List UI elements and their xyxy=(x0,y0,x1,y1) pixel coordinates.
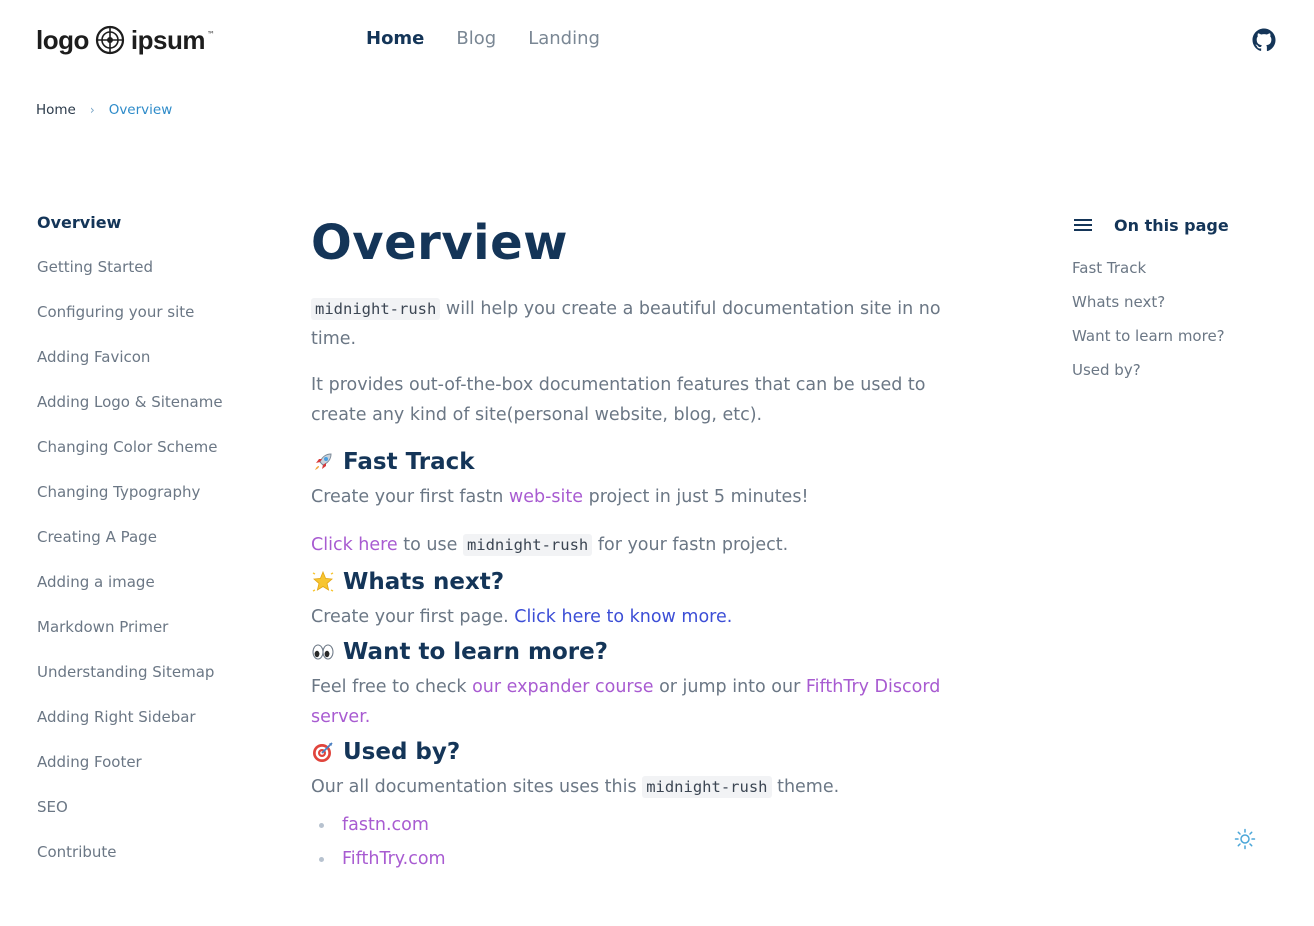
heading-learn-more: Want to learn more? xyxy=(311,636,981,668)
sidebar-item-creating-page[interactable]: Creating A Page xyxy=(37,527,247,548)
expander-course-link[interactable]: our expander course xyxy=(472,677,653,697)
fastn-link[interactable]: fastn.com xyxy=(342,808,429,842)
logo-word-1: logo xyxy=(36,24,89,55)
sidebar-item-seo[interactable]: SEO xyxy=(37,797,247,818)
sidebar-item-sitemap[interactable]: Understanding Sitemap xyxy=(37,662,247,683)
sidebar-item-contribute[interactable]: Contribute xyxy=(37,842,247,863)
learn-more-text-2: or jump into our xyxy=(653,677,806,697)
sidebar-item-overview[interactable]: Overview xyxy=(37,212,247,233)
fifthtry-link[interactable]: FifthTry.com xyxy=(342,842,446,876)
breadcrumb: Home › Overview xyxy=(36,102,172,118)
github-icon[interactable] xyxy=(1252,28,1276,52)
sidebar-item-adding-footer[interactable]: Adding Footer xyxy=(37,752,247,773)
fast-track-text: Create your first fastn xyxy=(311,487,509,507)
toc-item-whats-next[interactable]: Whats next? xyxy=(1072,292,1272,312)
fast-track-text-3: to use xyxy=(397,535,463,555)
fast-track-line-2: Click here to use midnight-rush for your… xyxy=(311,530,981,560)
whats-next-text: Create your first page. xyxy=(311,607,515,627)
logo-word-2: ipsum xyxy=(130,24,206,55)
heading-learn-more-text: Want to learn more? xyxy=(343,639,609,665)
eyes-icon xyxy=(312,644,334,660)
chevron-right-icon: › xyxy=(89,103,95,117)
sidebar-item-adding-logo[interactable]: Adding Logo & Sitename xyxy=(37,392,247,413)
main-content: Overview midnight-rush will help you cre… xyxy=(311,214,981,876)
sidebar-item-right-sidebar[interactable]: Adding Right Sidebar xyxy=(37,707,247,728)
bullet-icon xyxy=(319,822,324,828)
logo-trademark: ™ xyxy=(206,30,215,39)
know-more-link[interactable]: Click here to know more. xyxy=(514,607,732,627)
heading-used-by-text: Used by? xyxy=(343,739,461,765)
nav-blog[interactable]: Blog xyxy=(456,28,496,49)
used-by-list: fastn.com FifthTry.com xyxy=(311,808,981,876)
web-site-link[interactable]: web-site xyxy=(509,487,583,507)
toc-item-fast-track[interactable]: Fast Track xyxy=(1072,258,1272,278)
used-by-text: Our all documentation sites uses this xyxy=(311,777,643,797)
globe-icon xyxy=(95,25,124,55)
intro-paragraph: midnight-rush will help you create a bea… xyxy=(311,294,981,354)
nav-landing[interactable]: Landing xyxy=(528,28,600,49)
toc-title: On this page xyxy=(1114,215,1229,235)
list-item: FifthTry.com xyxy=(311,842,981,876)
sidebar-item-configuring-site[interactable]: Configuring your site xyxy=(37,302,247,323)
fast-track-line-1: Create your first fastn web-site project… xyxy=(311,482,981,512)
site-logo[interactable]: logo ipsum ™ xyxy=(36,24,215,56)
list-item: fastn.com xyxy=(311,808,981,842)
sidebar-item-adding-favicon[interactable]: Adding Favicon xyxy=(37,347,247,368)
sidebar-item-adding-image[interactable]: Adding a image xyxy=(37,572,247,593)
breadcrumb-home[interactable]: Home xyxy=(36,102,76,118)
sidebar-item-color-scheme[interactable]: Changing Color Scheme xyxy=(37,437,247,458)
inline-code: midnight-rush xyxy=(311,298,441,320)
fast-track-text-2: project in just 5 minutes! xyxy=(583,487,809,507)
sun-icon[interactable] xyxy=(1234,828,1256,850)
toc-item-learn-more[interactable]: Want to learn more? xyxy=(1072,326,1272,346)
page-title: Overview xyxy=(311,215,568,271)
heading-fast-track-text: Fast Track xyxy=(343,449,475,475)
left-sidebar: Overview Getting Started Configuring you… xyxy=(37,212,247,887)
fast-track-text-4: for your fastn project. xyxy=(592,535,789,555)
click-here-link[interactable]: Click here xyxy=(311,535,398,555)
whats-next-paragraph: Create your first page. Click here to kn… xyxy=(311,602,981,632)
sparkle-star-icon xyxy=(312,570,334,592)
heading-used-by: Used by? xyxy=(311,736,981,768)
sidebar-item-getting-started[interactable]: Getting Started xyxy=(37,257,247,278)
toc-header: On this page xyxy=(1072,214,1272,236)
heading-whats-next-text: Whats next? xyxy=(343,569,505,595)
used-by-paragraph: Our all documentation sites uses this mi… xyxy=(311,772,981,802)
bullet-icon xyxy=(319,856,324,862)
sidebar-item-markdown-primer[interactable]: Markdown Primer xyxy=(37,617,247,638)
used-by-text-2: theme. xyxy=(771,777,840,797)
rocket-icon xyxy=(315,453,332,470)
toc-item-used-by[interactable]: Used by? xyxy=(1072,360,1272,380)
heading-whats-next: Whats next? xyxy=(311,566,981,598)
learn-more-paragraph: Feel free to check our expander course o… xyxy=(311,672,981,732)
intro-paragraph-2: It provides out-of-the-box documentation… xyxy=(311,375,926,425)
learn-more-text: Feel free to check xyxy=(311,677,473,697)
target-icon xyxy=(313,742,333,762)
inline-code: midnight-rush xyxy=(462,534,593,556)
on-this-page: On this page Fast Track Whats next? Want… xyxy=(1072,214,1272,394)
menu-lines-icon xyxy=(1074,219,1092,231)
sidebar-item-typography[interactable]: Changing Typography xyxy=(37,482,247,503)
breadcrumb-current[interactable]: Overview xyxy=(109,102,173,118)
top-nav: Home Blog Landing xyxy=(366,28,600,49)
inline-code: midnight-rush xyxy=(642,776,772,798)
nav-home[interactable]: Home xyxy=(366,28,424,49)
heading-fast-track: Fast Track xyxy=(311,446,981,478)
